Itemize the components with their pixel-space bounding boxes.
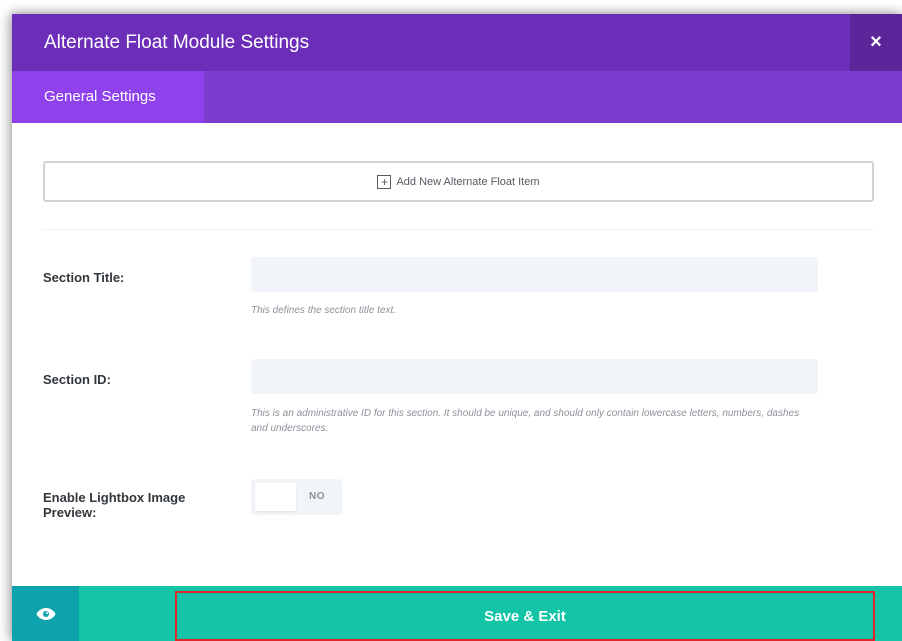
module-settings-modal: Alternate Float Module Settings × Genera… [12,14,902,641]
add-new-item-label: Add New Alternate Float Item [396,175,540,188]
eye-icon [36,607,55,620]
plus-square-icon: + [377,174,392,189]
save-and-exit-button[interactable]: Save & Exit [175,591,875,641]
section-title-description: This defines the section title text. [251,305,397,316]
close-icon: × [870,31,882,53]
divider [43,229,874,230]
modal-header: Alternate Float Module Settings × [12,14,902,71]
preview-button[interactable] [12,586,79,641]
section-id-input[interactable] [251,359,818,394]
lightbox-preview-label: Enable Lightbox Image Preview: [43,490,185,520]
tab-general-settings[interactable]: General Settings [12,71,204,123]
modal-title: Alternate Float Module Settings [44,32,310,53]
section-id-label: Section ID: [43,372,111,387]
add-new-item-button[interactable]: + Add New Alternate Float Item [43,161,874,202]
toggle-knob [255,483,296,511]
modal-footer: Save & Exit [12,586,902,641]
section-title-input[interactable] [251,257,818,292]
lightbox-preview-label-line1: Enable Lightbox Image [43,490,186,505]
lightbox-preview-toggle[interactable]: NO [251,479,342,515]
settings-tabbar: General Settings [12,71,902,123]
section-id-description: This is an administrative ID for this se… [251,408,800,434]
section-title-label: Section Title: [43,270,125,285]
close-button[interactable]: × [850,14,902,71]
lightbox-preview-label-line2: Preview: [43,505,97,520]
toggle-state-text: NO [309,491,325,502]
